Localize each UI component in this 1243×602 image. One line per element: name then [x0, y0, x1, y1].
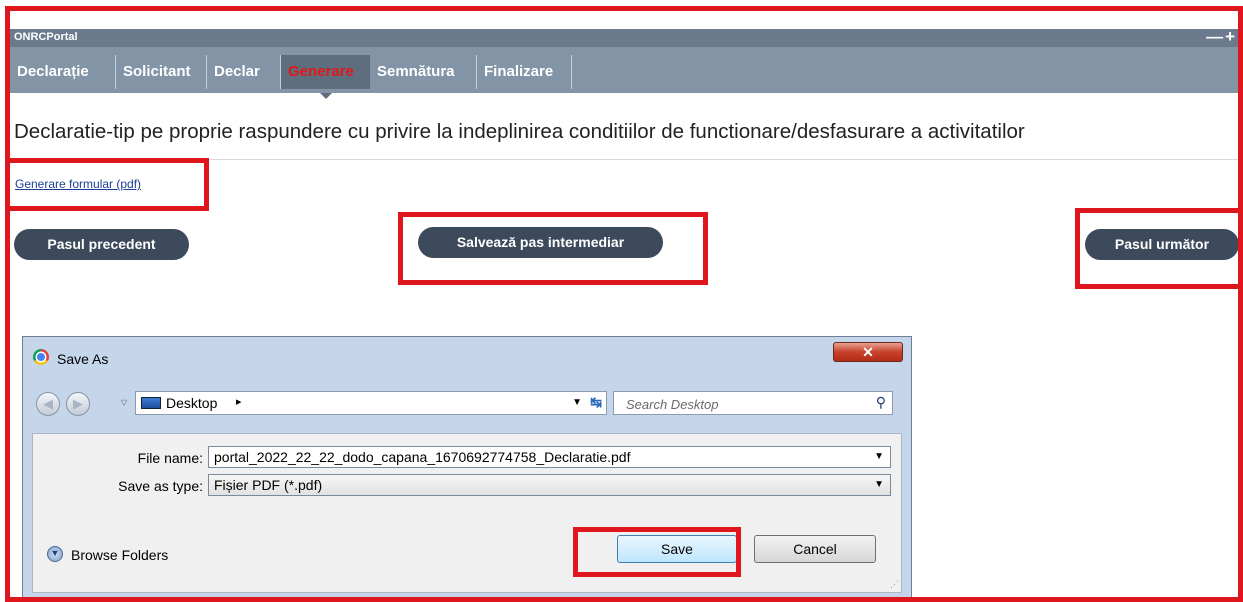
annotation-save-intermediate: [398, 212, 708, 285]
annotation-save-button: [573, 527, 741, 577]
annotation-outer-frame: [5, 6, 1243, 602]
annotation-pdf-link: [5, 158, 209, 211]
annotation-next-step: [1075, 208, 1243, 289]
